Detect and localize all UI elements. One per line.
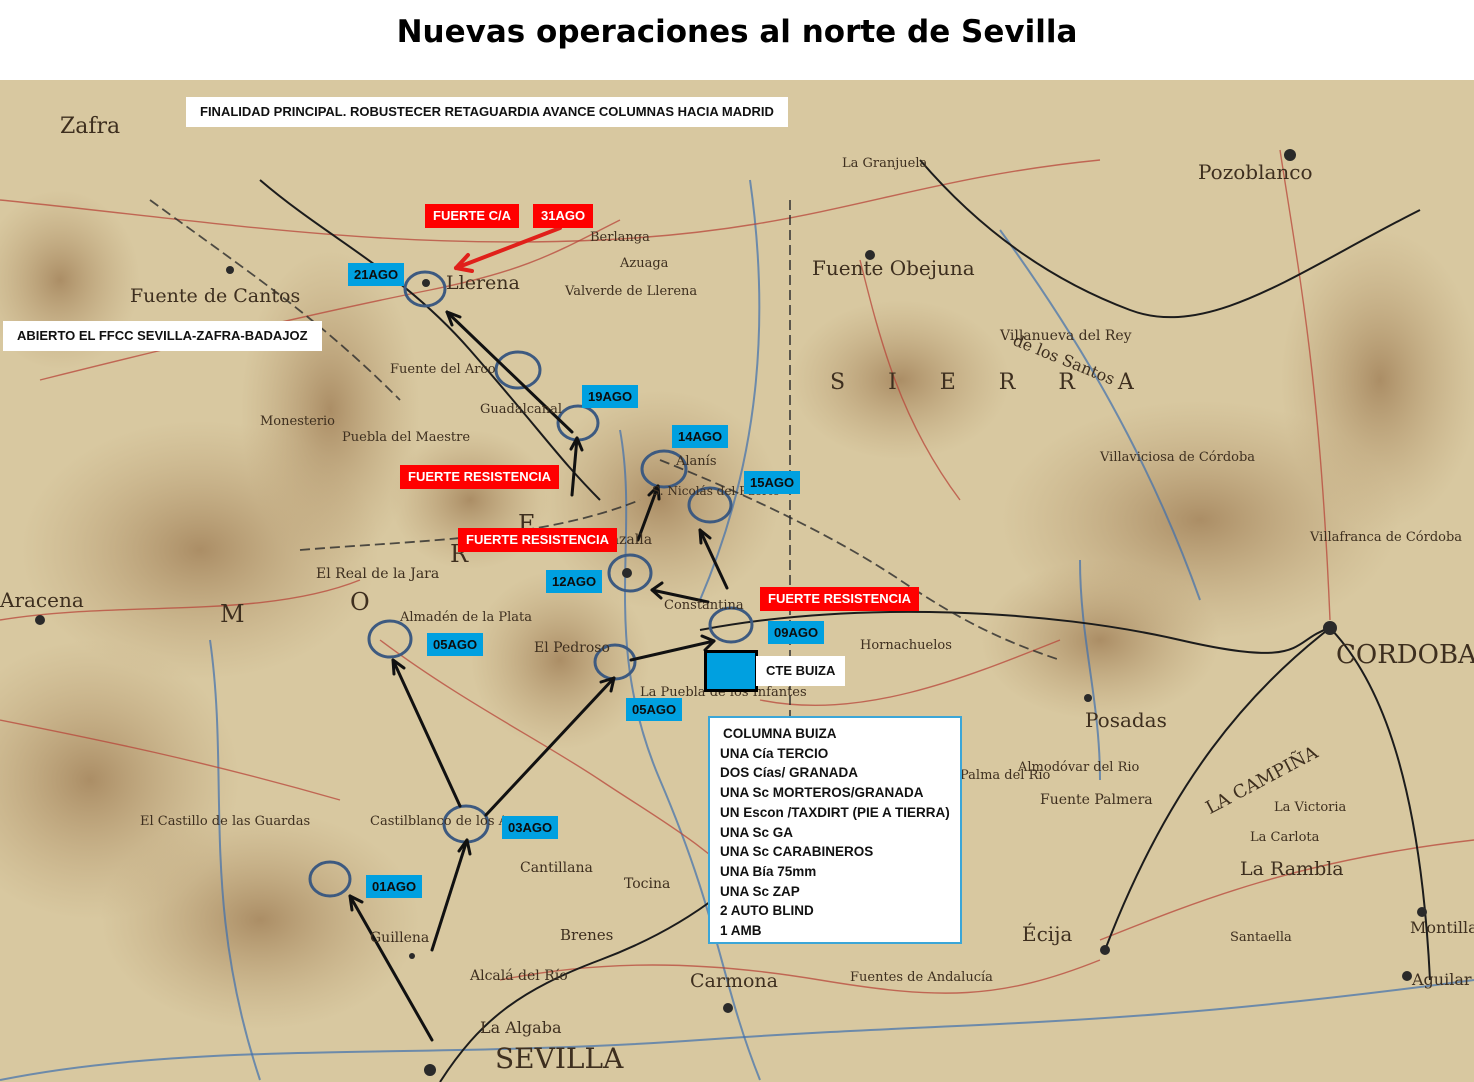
place-aracena: Aracena bbox=[0, 588, 84, 612]
unit-item: 1 AMB bbox=[720, 923, 762, 939]
historical-map: Zafra Fuente de Cantos Llerena Berlanga … bbox=[0, 80, 1474, 1082]
place-la-rambla: La Rambla bbox=[1240, 858, 1344, 880]
strong-resistance-label: FUERTE RESISTENCIA bbox=[458, 528, 618, 552]
objective-note: FINALIDAD PRINCIPAL. ROBUSTECER RETAGUAR… bbox=[186, 97, 788, 127]
railway-note: ABIERTO EL FFCC SEVILLA-ZAFRA-BADAJOZ bbox=[3, 321, 322, 351]
place-valverde: Valverde de Llerena bbox=[565, 284, 698, 299]
place-alcala-rio: Alcalá del Río bbox=[470, 968, 568, 984]
place-montilla: Montilla bbox=[1410, 918, 1474, 937]
place-sierra: S I E R R A bbox=[830, 370, 1152, 395]
date-label: 14AGO bbox=[672, 425, 729, 448]
commander-marker bbox=[704, 650, 758, 692]
commander-label: CTE BUIZA bbox=[756, 656, 846, 686]
place-hornachuelos: Hornachuelos bbox=[860, 638, 952, 653]
place-granjuela: La Granjuela bbox=[842, 156, 928, 171]
place-alanis: Alanís bbox=[676, 454, 717, 469]
date-label: 15AGO bbox=[744, 471, 801, 494]
unit-item: 2 AUTO BLIND bbox=[720, 903, 814, 919]
date-label: 01AGO bbox=[366, 875, 423, 898]
place-ecija: Écija bbox=[1022, 922, 1073, 946]
place-sevilla: SEVILLA bbox=[495, 1042, 624, 1075]
date-label: 05AGO bbox=[626, 698, 683, 721]
unit-item: UNA Sc GA bbox=[720, 824, 794, 840]
place-aguilar: Aguilar bbox=[1412, 970, 1472, 989]
column-title: COLUMNA BUIZA bbox=[723, 726, 837, 741]
place-villaviciosa: Villaviciosa de Córdoba bbox=[1100, 450, 1256, 465]
place-fuentes-andalucia: Fuentes de Andalucía bbox=[850, 970, 993, 985]
place-monesterio: Monesterio bbox=[260, 414, 335, 429]
place-el-pedroso: El Pedroso bbox=[534, 640, 610, 656]
place-fuente-cantos: Fuente de Cantos bbox=[130, 285, 301, 307]
unit-item: UNA Sc CARABINEROS bbox=[720, 844, 874, 860]
place-fuente-arco: Fuente del Arco bbox=[390, 362, 496, 377]
date-label: 12AGO bbox=[546, 570, 603, 593]
place-berlanga: Berlanga bbox=[590, 230, 650, 245]
date-label: 21AGO bbox=[348, 263, 405, 286]
strong-resistance-label: FUERTE RESISTENCIA bbox=[400, 465, 560, 489]
strong-ca-label: FUERTE C/A bbox=[425, 204, 519, 228]
place-cantillana: Cantillana bbox=[520, 860, 593, 876]
place-puebla-maestre: Puebla del Maestre bbox=[342, 430, 471, 445]
date-label: 05AGO bbox=[427, 633, 484, 656]
date-label: 19AGO bbox=[582, 385, 639, 408]
place-la-algaba: La Algaba bbox=[480, 1018, 562, 1037]
place-tocina: Tocina bbox=[624, 876, 671, 892]
place-zafra: Zafra bbox=[60, 114, 121, 139]
place-fuente-palmera: Fuente Palmera bbox=[1040, 792, 1153, 808]
unit-item: UNA Bía 75mm bbox=[720, 863, 817, 879]
place-sierra-o: O bbox=[350, 588, 370, 616]
place-santaella: Santaella bbox=[1230, 930, 1292, 945]
date-label: 03AGO bbox=[502, 816, 559, 839]
unit-item: UNA Sc ZAP bbox=[720, 883, 800, 899]
place-llerena: Llerena bbox=[446, 272, 520, 294]
place-guillena: Guillena bbox=[370, 930, 430, 946]
place-azuaga: Azuaga bbox=[620, 256, 669, 271]
page-title: Nuevas operaciones al norte de Sevilla bbox=[396, 14, 1078, 50]
place-sierra-m: M bbox=[220, 600, 245, 628]
date-label: 09AGO bbox=[768, 621, 825, 644]
place-almaden: Almadén de la Plata bbox=[400, 610, 532, 625]
unit-item: DOS Cías/ GRANADA bbox=[720, 765, 859, 781]
place-pozoblanco: Pozoblanco bbox=[1198, 160, 1313, 184]
place-villafranca: Villafranca de Córdoba bbox=[1310, 530, 1463, 545]
place-la-carlota: La Carlota bbox=[1250, 830, 1320, 845]
place-carmona: Carmona bbox=[690, 970, 778, 992]
place-brenes: Brenes bbox=[560, 926, 614, 944]
place-real-jara: El Real de la Jara bbox=[316, 566, 440, 582]
unit-item: UNA Sc MORTEROS/GRANADA bbox=[720, 785, 924, 801]
place-fuente-obejuna: Fuente Obejuna bbox=[812, 256, 975, 280]
unit-item: UNA Cía TERCIO bbox=[720, 745, 829, 761]
date-label-red: 31AGO bbox=[533, 204, 594, 228]
strong-resistance-label: FUERTE RESISTENCIA bbox=[760, 587, 920, 611]
place-constantina: Constantina bbox=[664, 598, 744, 613]
place-palma-rio: Palma del Rio bbox=[960, 768, 1051, 783]
place-posadas: Posadas bbox=[1085, 708, 1167, 732]
unit-item: UN Escon /TAXDIRT (PIE A TIERRA) bbox=[720, 804, 950, 820]
place-la-victoria: La Victoria bbox=[1274, 800, 1347, 815]
place-cordoba: CORDOBA bbox=[1336, 640, 1474, 670]
place-guadalcanal: Guadalcanal bbox=[480, 402, 563, 417]
place-castillo-guardas: El Castillo de las Guardas bbox=[140, 814, 311, 829]
column-composition-box: COLUMNA BUIZA UNA Cía TERCIO DOS Cías/ G… bbox=[708, 716, 962, 944]
